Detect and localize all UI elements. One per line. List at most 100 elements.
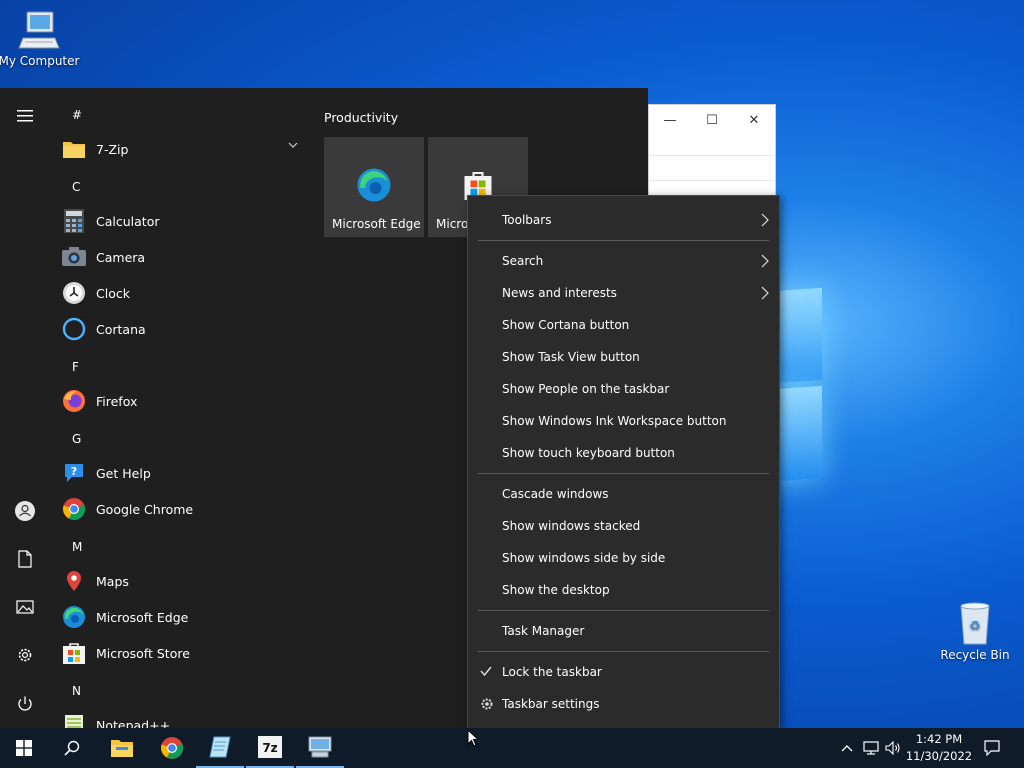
documents-icon[interactable] (10, 544, 40, 574)
group-header[interactable]: M (72, 540, 82, 554)
edge-icon (62, 605, 86, 629)
desktop-icon-label: Recycle Bin (940, 648, 1010, 662)
maps-icon (62, 569, 86, 593)
app-7zip[interactable]: 7-Zip (62, 132, 312, 166)
app-microsoft-store[interactable]: Microsoft Store (62, 636, 312, 670)
menu-item-label: Toolbars (502, 213, 552, 227)
desktop-icon-recycle-bin[interactable]: ♻ Recycle Bin (930, 600, 1020, 662)
menu-item-show-cortana[interactable]: Show Cortana button (468, 310, 779, 340)
group-header[interactable]: G (72, 432, 81, 446)
start-windows-icon (16, 740, 32, 756)
taskbar-clock[interactable]: 1:42 PM 11/30/2022 (898, 731, 980, 765)
menu-item-show-touch-keyboard[interactable]: Show touch keyboard button (468, 438, 779, 468)
pictures-icon[interactable] (10, 592, 40, 622)
app-maps[interactable]: Maps (62, 564, 312, 598)
menu-item-windows-side-by-side[interactable]: Show windows side by side (468, 543, 779, 573)
taskbar-search-button[interactable] (48, 728, 96, 768)
clock-icon (62, 281, 86, 305)
menu-item-cascade-windows[interactable]: Cascade windows (468, 479, 779, 509)
menu-item-label: Cascade windows (502, 487, 609, 501)
menu-item-toolbars[interactable]: Toolbars (468, 205, 779, 235)
app-firefox[interactable]: Firefox (62, 384, 312, 418)
group-header[interactable]: N (72, 684, 81, 698)
group-header[interactable]: C (72, 180, 80, 194)
action-center-button[interactable] (980, 728, 1004, 768)
app-notepad-plus-plus[interactable]: Notepad++ (62, 708, 312, 728)
menu-item-label: Show windows stacked (502, 519, 641, 533)
app-label: Microsoft Edge (96, 609, 189, 625)
checkmark-icon (480, 666, 492, 677)
menu-item-news-and-interests[interactable]: News and interests (468, 278, 779, 308)
chevron-right-icon (761, 286, 769, 300)
background-window[interactable]: — ☐ ✕ (648, 104, 776, 204)
computer-icon (18, 11, 60, 49)
start-button[interactable] (0, 728, 48, 768)
app-clock[interactable]: Clock (62, 276, 312, 310)
group-header[interactable]: # (72, 108, 82, 122)
svg-text:?: ? (71, 465, 77, 478)
tray-network[interactable] (860, 728, 882, 768)
app-label: Cortana (96, 321, 146, 337)
group-header[interactable]: F (72, 360, 79, 374)
taskbar-file-explorer[interactable] (98, 728, 146, 768)
camera-icon (62, 245, 86, 269)
network-icon (863, 741, 879, 755)
menu-item-show-ink-workspace[interactable]: Show Windows Ink Workspace button (468, 406, 779, 436)
taskbar-notepad[interactable] (196, 728, 244, 768)
app-camera[interactable]: Camera (62, 240, 312, 274)
menu-item-show-task-view[interactable]: Show Task View button (468, 342, 779, 372)
chevron-down-icon[interactable] (288, 142, 298, 148)
power-icon[interactable] (10, 689, 40, 719)
file-explorer-icon (111, 740, 133, 757)
clock-date: 11/30/2022 (905, 749, 973, 763)
app-get-help[interactable]: ? Get Help (62, 456, 312, 490)
menu-item-task-manager[interactable]: Task Manager (468, 616, 779, 646)
menu-item-label: Lock the taskbar (502, 665, 602, 679)
taskbar[interactable]: 7z 1:42 PM 11/30/2022 (0, 728, 1024, 768)
tile-microsoft-edge[interactable]: Microsoft Edge (324, 137, 424, 237)
chevron-right-icon (761, 213, 769, 227)
menu-item-label: Show Cortana button (502, 318, 630, 332)
app-label: 7-Zip (96, 141, 129, 157)
notepad-plus-plus-icon (62, 713, 86, 728)
menu-separator (478, 651, 769, 652)
desktop-icon-my-computer[interactable]: My Computer (0, 8, 84, 68)
clock-time: 1:42 PM (915, 732, 963, 746)
menu-item-search[interactable]: Search (468, 246, 779, 276)
menu-item-label: Show Windows Ink Workspace button (502, 414, 727, 428)
notifications-icon (984, 740, 1000, 756)
menu-item-label: Show the desktop (502, 583, 610, 597)
app-google-chrome[interactable]: Google Chrome (62, 492, 312, 526)
close-icon[interactable]: ✕ (733, 113, 775, 128)
menu-item-windows-stacked[interactable]: Show windows stacked (468, 511, 779, 541)
window-divider (649, 155, 775, 156)
menu-item-show-desktop[interactable]: Show the desktop (468, 575, 779, 605)
maximize-icon[interactable]: ☐ (691, 113, 733, 128)
menu-item-label: Show Task View button (502, 350, 640, 364)
tile-label: Microsoft Edge (332, 217, 421, 231)
menu-item-lock-taskbar[interactable]: Lock the taskbar (468, 657, 779, 687)
menu-item-show-people[interactable]: Show People on the taskbar (468, 374, 779, 404)
app-calculator[interactable]: Calculator (62, 204, 312, 238)
hamburger-menu-icon[interactable] (10, 101, 40, 131)
chrome-icon (161, 737, 184, 759)
taskbar-system-properties[interactable] (296, 728, 344, 768)
window-titlebar: — ☐ ✕ (649, 105, 775, 135)
app-label: Camera (96, 249, 146, 265)
menu-item-taskbar-settings[interactable]: Taskbar settings (468, 689, 779, 719)
app-cortana[interactable]: Cortana (62, 312, 312, 346)
user-account-icon[interactable] (10, 496, 40, 526)
taskbar-7zip[interactable]: 7z (246, 728, 294, 768)
store-icon (62, 641, 86, 665)
menu-item-label: News and interests (502, 286, 617, 300)
get-help-icon: ? (62, 461, 86, 485)
app-label: Google Chrome (96, 501, 194, 517)
minimize-icon[interactable]: — (649, 113, 691, 128)
chrome-icon (62, 497, 86, 521)
tray-overflow-button[interactable] (838, 728, 856, 768)
tiles-group-heading[interactable]: Productivity (324, 110, 398, 125)
app-microsoft-edge[interactable]: Microsoft Edge (62, 600, 312, 634)
taskbar-chrome[interactable] (148, 728, 196, 768)
settings-gear-icon[interactable] (10, 640, 40, 670)
app-label: Clock (96, 285, 130, 301)
